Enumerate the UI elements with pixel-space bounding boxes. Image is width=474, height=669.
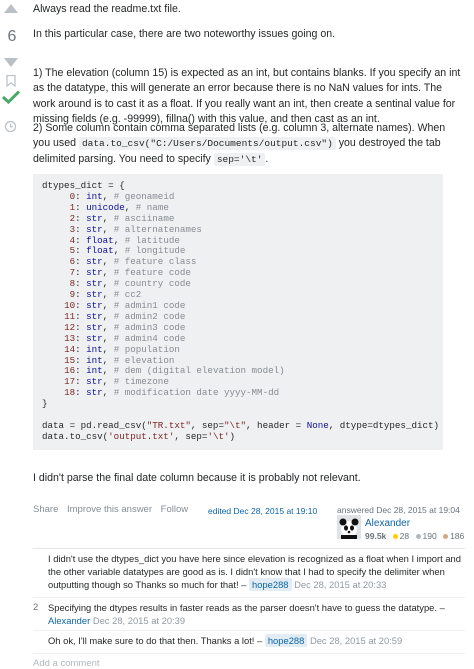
code-line: 5: float, # longitude: [69, 245, 186, 257]
code-line: data.to_csv('output.txt', sep='\t'): [42, 430, 236, 442]
code-line: 7: str, # feature code: [69, 267, 191, 279]
code-line: 15: int, # elevation: [64, 354, 175, 366]
bronze-badge-icon: [443, 534, 449, 540]
comment-date[interactable]: Dec 28, 2015 at 20:59: [310, 635, 402, 646]
comment-score: 2: [33, 602, 39, 613]
code-line: 14: int, # population: [64, 343, 180, 355]
code-line: 12: str, # admin3 code: [64, 321, 186, 333]
comment-body: Specifying the dtypes results in faster …: [48, 601, 463, 627]
code-line: 1: unicode, # name: [69, 201, 169, 213]
downvote-icon[interactable]: [4, 58, 18, 67]
code-line: 2: str, # asciiname: [69, 212, 175, 224]
code-line: 16: int, # dem (digital elevation model): [64, 365, 285, 377]
code-line: 10: str, # admin1 code: [64, 299, 186, 311]
code-line: 18: str, # modification date yyyy-MM-dd: [64, 387, 280, 399]
add-comment-link[interactable]: Add a comment: [33, 658, 100, 669]
upvote-icon[interactable]: [4, 4, 18, 13]
post-menu: Share Improve this answer Follow: [33, 502, 194, 517]
code-line: data = pd.read_csv("TR.txt", sep="\t", h…: [42, 419, 440, 431]
improve-answer-link[interactable]: Improve this answer: [67, 504, 152, 515]
paragraph: 1) The elevation (column 15) is expected…: [33, 67, 461, 126]
comment: Oh ok, I'll make sure to do that then. T…: [33, 631, 465, 654]
accepted-check-icon: [2, 90, 20, 104]
follow-link[interactable]: Follow: [161, 504, 188, 515]
user-reputation: 99.5k 28 190 186: [365, 529, 464, 544]
bookmark-icon[interactable]: [6, 75, 16, 87]
history-icon[interactable]: [4, 120, 17, 133]
comment: I didn't use the dtypes_dict you have he…: [33, 549, 465, 598]
paragraph: In this particular case, there are two n…: [33, 28, 336, 40]
comment: 2 Specifying the dtypes results in faste…: [33, 598, 465, 631]
paragraph: 2) Some column contain comma separated l…: [33, 121, 465, 167]
comment-date[interactable]: Dec 28, 2015 at 20:33: [294, 579, 386, 590]
comment-text: Specifying the dtypes results in faster …: [48, 602, 445, 613]
avatar[interactable]: [337, 515, 361, 539]
comment-body: I didn't use the dtypes_dict you have he…: [48, 552, 463, 591]
comment-user-link[interactable]: hope288: [249, 578, 292, 591]
code-line: 0: int, # geonameid: [69, 190, 175, 202]
comment-user-link[interactable]: Alexander: [48, 615, 90, 626]
user-card: answered Dec 28, 2015 at 19:04 Alexander…: [337, 503, 474, 543]
code-line: 13: str, # admin4 code: [64, 332, 186, 344]
comment-date[interactable]: Dec 28, 2015 at 20:39: [93, 615, 185, 626]
comment-user-link[interactable]: hope288: [264, 634, 308, 647]
code-line: 3: str, # alternatenames: [69, 223, 202, 235]
bronze-badge-count: 186: [450, 531, 465, 541]
code-line: 11: str, # admin2 code: [64, 310, 186, 322]
code-line: 9: str, # cc2: [69, 289, 142, 301]
share-link[interactable]: Share: [33, 504, 58, 515]
text: .: [265, 152, 269, 165]
comment-body: Oh ok, I'll make sure to do that then. T…: [48, 634, 463, 647]
code-line: 4: float, # latitude: [69, 234, 180, 246]
comments-list: I didn't use the dtypes_dict you have he…: [33, 548, 465, 654]
code-line: }: [42, 398, 48, 410]
comment-text: Oh ok, I'll make sure to do that then. T…: [48, 635, 263, 646]
gold-badge-icon: [392, 534, 398, 540]
vote-count: 6: [7, 28, 17, 45]
silver-badge-icon: [415, 534, 421, 540]
edited-link[interactable]: edited Dec 28, 2015 at 19:10: [208, 504, 317, 519]
code-line: 8: str, # country code: [69, 278, 191, 290]
paragraph: I didn't parse the final date column bec…: [33, 472, 361, 484]
reputation-score: 99.5k: [365, 531, 387, 541]
silver-badge-count: 190: [422, 531, 437, 541]
code-line: dtypes_dict = {: [42, 180, 125, 191]
inline-code: sep='\t': [213, 152, 266, 166]
gold-badge-count: 28: [399, 531, 410, 541]
code-block: dtypes_dict = { 0: int, # geonameid 1: u…: [33, 174, 443, 450]
code-line: 17: str, # timezone: [64, 376, 169, 388]
paragraph: Always read the readme.txt file.: [33, 3, 181, 15]
inline-code: data.to_csv("C:/Users/Documents/output.c…: [78, 137, 336, 151]
code-line: 6: str, # feature class: [69, 256, 197, 268]
